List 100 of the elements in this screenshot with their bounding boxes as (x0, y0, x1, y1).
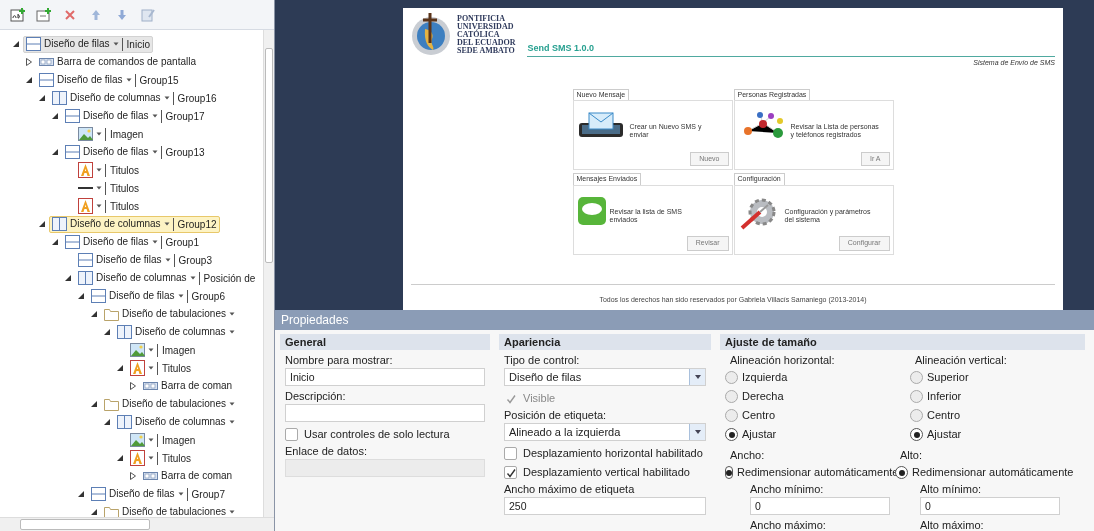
radio-button[interactable]: Ajustar (725, 425, 895, 444)
tree-item[interactable]: Titulos (127, 449, 195, 467)
collapse-triangle-icon[interactable] (64, 274, 72, 282)
add-item-icon[interactable] (36, 6, 52, 23)
caret-icon[interactable] (228, 509, 235, 515)
collapse-triangle-icon[interactable] (103, 328, 111, 336)
radio-button[interactable]: Redimensionar automáticamente (725, 463, 895, 482)
radio-button[interactable]: Centro (725, 406, 895, 425)
tree-item[interactable]: Diseño de filas Group3 (75, 251, 215, 269)
caret-icon[interactable] (148, 455, 154, 461)
caret-icon[interactable] (148, 437, 154, 443)
caret-icon[interactable] (228, 329, 235, 335)
checkbox[interactable]: Desplazamiento horizontal habilitado (499, 444, 711, 463)
tree-item[interactable]: Titulos (75, 161, 143, 179)
caret-icon[interactable] (148, 347, 154, 353)
tree-item[interactable]: Imagen (127, 431, 199, 449)
tree-item[interactable]: Titulos (75, 179, 143, 197)
collapse-triangle-icon[interactable] (116, 364, 124, 372)
collapse-triangle-icon[interactable] (25, 76, 33, 84)
tree-item[interactable]: Diseño de filas Group6 (88, 287, 228, 305)
scrollbar-thumb[interactable] (20, 519, 150, 530)
radio-button[interactable]: Centro (910, 406, 1080, 425)
collapse-triangle-icon[interactable] (90, 310, 98, 318)
tree-item[interactable]: Barra de coman (140, 377, 236, 395)
text-field[interactable] (285, 404, 485, 422)
expand-triangle-icon[interactable] (129, 382, 137, 390)
caret-icon[interactable] (164, 257, 171, 263)
tree-item[interactable]: Titulos (127, 359, 195, 377)
radio-button[interactable]: Derecha (725, 387, 895, 406)
collapse-triangle-icon[interactable] (77, 490, 85, 498)
radio-button[interactable]: Redimensionar automáticamente (895, 463, 1080, 482)
caret-icon[interactable] (96, 185, 102, 191)
caret-icon[interactable] (148, 365, 154, 371)
collapse-triangle-icon[interactable] (38, 94, 46, 102)
tree-item[interactable]: Diseño de columnas Posición de (75, 269, 259, 287)
tree-item[interactable]: Diseño de columnas (114, 323, 246, 341)
radio-button[interactable]: Ajustar (910, 425, 1080, 444)
collapse-triangle-icon[interactable] (51, 112, 59, 120)
tree-item[interactable]: Diseño de tabulaciones (101, 503, 246, 517)
collapse-triangle-icon[interactable] (77, 292, 85, 300)
dropdown-caret-icon[interactable] (694, 375, 701, 379)
text-field[interactable]: 0 (920, 497, 1060, 515)
collapse-triangle-icon[interactable] (51, 148, 59, 156)
text-field[interactable]: 0 (750, 497, 890, 515)
caret-icon[interactable] (96, 203, 102, 209)
collapse-triangle-icon[interactable] (38, 220, 46, 228)
tree-item[interactable]: Titulos (75, 197, 143, 215)
caret-icon[interactable] (177, 491, 184, 497)
dropdown-caret-icon[interactable] (694, 430, 701, 434)
caret-icon[interactable] (228, 401, 235, 407)
caret-icon[interactable] (125, 77, 132, 83)
caret-icon[interactable] (189, 275, 196, 281)
expand-triangle-icon[interactable] (25, 58, 33, 66)
add-field-icon[interactable] (10, 6, 26, 23)
tree-item[interactable]: Diseño de filas Group15 (36, 71, 182, 89)
text-field[interactable]: 250 (504, 497, 706, 515)
caret-icon[interactable] (163, 95, 170, 101)
tree-item[interactable]: Diseño de filas Group7 (88, 485, 228, 503)
tree-item[interactable]: Diseño de tabulaciones (101, 395, 246, 413)
tree-item[interactable]: Diseño de filas Inicio (23, 35, 153, 53)
dropdown[interactable]: Diseño de filas (504, 368, 706, 386)
caret-icon[interactable] (228, 419, 235, 425)
caret-icon[interactable] (163, 221, 170, 227)
horizontal-scrollbar[interactable] (0, 517, 274, 531)
radio-button[interactable]: Superior (910, 368, 1080, 387)
tree-item[interactable]: Barra de comandos de pantalla (36, 53, 199, 71)
collapse-triangle-icon[interactable] (90, 508, 98, 516)
tree-item[interactable]: Imagen (75, 125, 147, 143)
rows-layout-icon (78, 252, 93, 268)
vertical-scrollbar[interactable] (263, 30, 274, 517)
caret-icon[interactable] (228, 311, 235, 317)
checkbox[interactable]: Desplazamiento vertical habilitado (499, 463, 711, 482)
tree-item[interactable]: Diseño de filas Group13 (62, 143, 208, 161)
tree-item[interactable]: Imagen (127, 341, 199, 359)
collapse-triangle-icon[interactable] (12, 40, 20, 48)
caret-icon[interactable] (96, 131, 102, 137)
collapse-triangle-icon[interactable] (103, 418, 111, 426)
expand-triangle-icon[interactable] (129, 472, 137, 480)
collapse-triangle-icon[interactable] (116, 454, 124, 462)
caret-icon[interactable] (151, 149, 158, 155)
radio-button[interactable]: Izquierda (725, 368, 895, 387)
caret-icon[interactable] (151, 239, 158, 245)
tree-item[interactable]: Diseño de filas Group1 (62, 233, 202, 251)
dropdown[interactable]: Alineado a la izquierda (504, 423, 706, 441)
tree-item[interactable]: Diseño de columnas Group16 (49, 89, 220, 107)
collapse-triangle-icon[interactable] (90, 400, 98, 408)
scrollbar-thumb[interactable] (265, 48, 273, 263)
collapse-triangle-icon[interactable] (51, 238, 59, 246)
tree-item[interactable]: Diseño de columnas Group12 (49, 215, 220, 233)
caret-icon[interactable] (112, 41, 119, 47)
tree-item[interactable]: Diseño de tabulaciones (101, 305, 246, 323)
caret-icon[interactable] (96, 167, 102, 173)
caret-icon[interactable] (177, 293, 184, 299)
radio-button[interactable]: Inferior (910, 387, 1080, 406)
checkbox[interactable]: Usar controles de solo lectura (280, 425, 490, 444)
tree-item[interactable]: Barra de coman (140, 467, 236, 485)
tree-item[interactable]: Diseño de columnas (114, 413, 246, 431)
text-field[interactable]: Inicio (285, 368, 485, 386)
caret-icon[interactable] (151, 113, 158, 119)
tree-item[interactable]: Diseño de filas Group17 (62, 107, 208, 125)
